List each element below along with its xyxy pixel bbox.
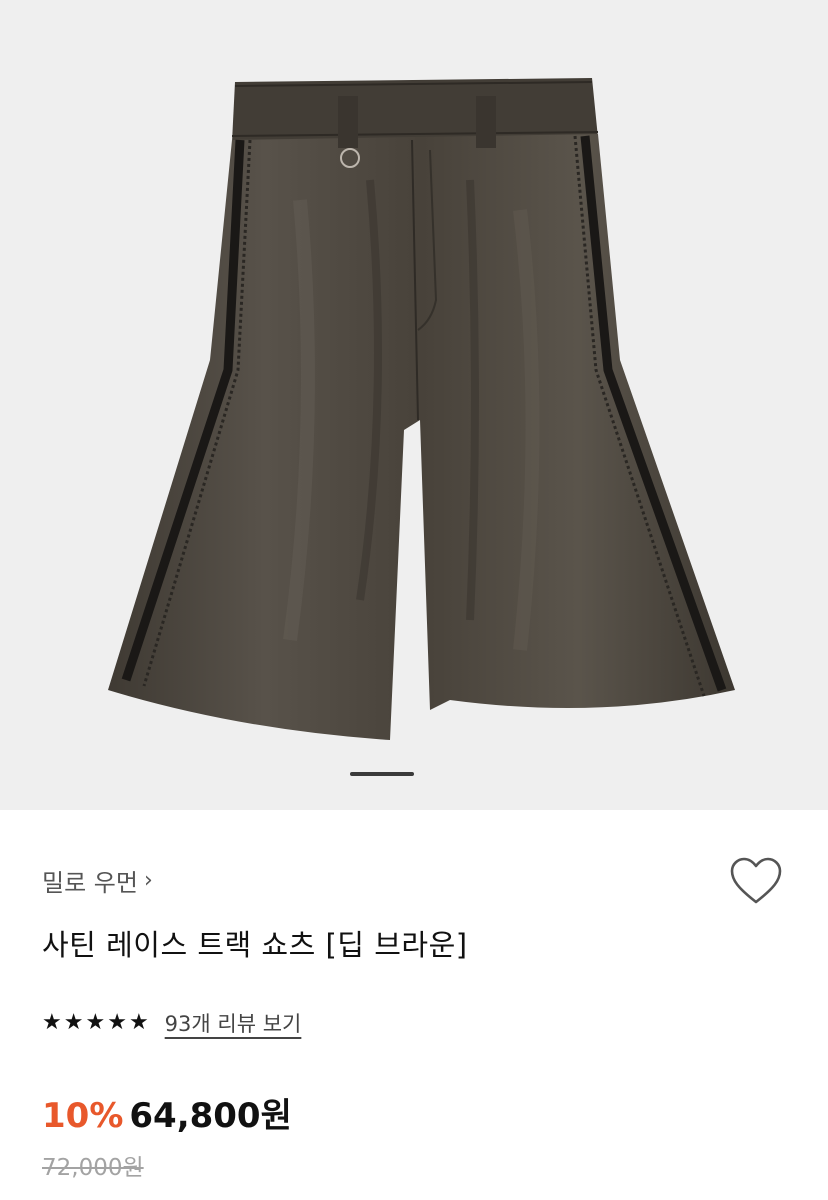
heart-outline-icon[interactable] bbox=[726, 852, 786, 912]
price-row: 10% 64,800원 bbox=[42, 1088, 292, 1137]
star-icon: ★ bbox=[85, 1010, 106, 1035]
star-icon: ★ bbox=[107, 1010, 127, 1035]
product-image-carousel[interactable] bbox=[0, 0, 828, 810]
sale-price: 64,800원 bbox=[129, 1096, 292, 1136]
review-count-link[interactable]: 93개 리뷰 보기 bbox=[165, 1008, 302, 1038]
original-price: 72,000원 bbox=[42, 1155, 144, 1181]
brand-link[interactable]: 밀로 우먼 › bbox=[42, 862, 153, 898]
discount-rate: 10% bbox=[42, 1096, 124, 1136]
brand-name: 밀로 우먼 bbox=[42, 868, 138, 897]
rating-row: ★ ★ ★ ★ ★ 93개 리뷰 보기 bbox=[42, 1006, 301, 1040]
product-image bbox=[108, 78, 735, 740]
product-title: 사틴 레이스 트랙 쇼츠 [딥 브라운] bbox=[42, 928, 468, 962]
carousel-indicator bbox=[350, 772, 414, 776]
star-icon: ★ bbox=[42, 1010, 62, 1035]
chevron-right-icon: › bbox=[143, 867, 153, 893]
star-icon: ★ bbox=[128, 1010, 149, 1035]
rating-stars: ★ ★ ★ ★ ★ bbox=[42, 1012, 149, 1034]
star-icon: ★ bbox=[63, 1010, 84, 1035]
